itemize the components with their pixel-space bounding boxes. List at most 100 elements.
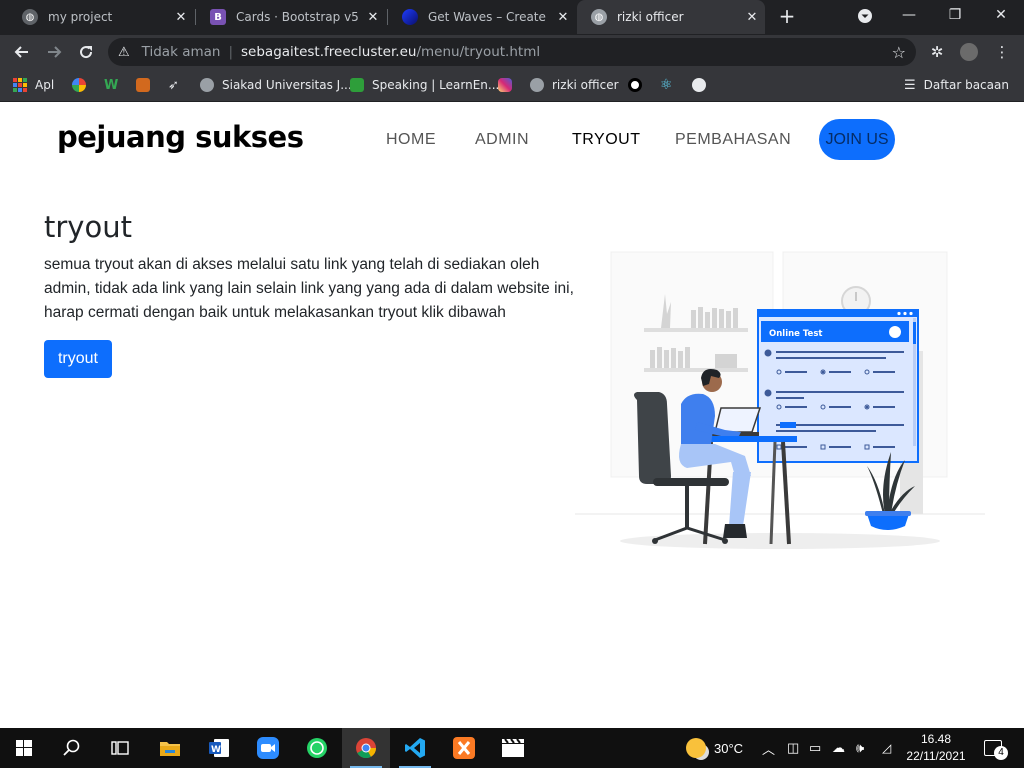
- taskbar-vscode[interactable]: [391, 728, 439, 768]
- tab-title: Cards · Bootstrap v5.0: [236, 10, 360, 24]
- bookmark-star-icon[interactable]: ☆: [892, 43, 906, 62]
- page-title: tryout: [44, 210, 132, 244]
- bookmarks-bar: Apl W ➶ Siakad Universitas J... Speaking…: [0, 69, 1024, 102]
- bookmark-apps[interactable]: Apl: [13, 76, 54, 94]
- bookmark-orange[interactable]: [136, 76, 158, 94]
- back-button[interactable]: [10, 40, 34, 64]
- battery-icon: ▭: [809, 740, 822, 755]
- close-icon[interactable]: ✕: [168, 10, 194, 25]
- reading-list-icon: ☰: [904, 77, 916, 93]
- bookmark-react[interactable]: ⚛: [660, 76, 673, 94]
- taskbar-chrome[interactable]: [342, 728, 390, 768]
- taskbar-clapper[interactable]: [489, 728, 537, 768]
- bird-icon: ➶: [168, 77, 179, 93]
- windows-taskbar: W 30°C ︿ ◫ ▭ ☁ 🕪 ◿ 16.48 22/11/2021 4: [0, 728, 1024, 768]
- tray-overflow-button[interactable]: ︿: [762, 728, 775, 768]
- chevron-down-icon: [858, 9, 872, 23]
- taskbar-file-explorer[interactable]: [146, 728, 194, 768]
- address-bar[interactable]: ⚠ Tidak aman | sebagaitest.freecluster.e…: [108, 38, 916, 66]
- bookmark-w[interactable]: W: [104, 76, 118, 94]
- nav-pembahasan[interactable]: PEMBAHASAN: [675, 131, 791, 149]
- bookmark-siakad[interactable]: Siakad Universitas J...: [200, 76, 352, 94]
- taskbar-word[interactable]: W: [195, 728, 243, 768]
- weather-widget[interactable]: 30°C: [686, 728, 743, 768]
- waves-icon: [402, 9, 418, 25]
- browser-toolbar: ⚠ Tidak aman | sebagaitest.freecluster.e…: [0, 35, 1024, 69]
- bookmark-label: Speaking | LearnEn...: [372, 78, 500, 92]
- join-us-button[interactable]: JOIN US: [819, 119, 895, 160]
- tray-volume-icon[interactable]: 🕪: [856, 728, 864, 768]
- back-arrow-icon: [14, 46, 28, 58]
- google-icon: [72, 78, 86, 92]
- taskbar-xampp[interactable]: [440, 728, 488, 768]
- tab-search-button[interactable]: [851, 4, 879, 28]
- minimize-button[interactable]: —: [895, 4, 923, 28]
- tray-battery-icon[interactable]: ▭: [809, 728, 821, 768]
- bookmark-instagram[interactable]: [498, 76, 520, 94]
- tab-title: Get Waves – Create SVG: [428, 10, 550, 24]
- nav-admin[interactable]: ADMIN: [475, 131, 529, 149]
- clapperboard-icon: [502, 738, 524, 757]
- globe-icon: ◍: [591, 9, 607, 25]
- profile-avatar[interactable]: [959, 42, 979, 62]
- forward-button[interactable]: [42, 40, 66, 64]
- zoom-icon: [257, 737, 279, 759]
- security-label: Tidak aman: [141, 44, 221, 60]
- bookmark-globe[interactable]: [692, 76, 714, 94]
- tab-bootstrap-cards[interactable]: B Cards · Bootstrap v5.0 ✕: [196, 0, 386, 34]
- taskbar-zoom[interactable]: [244, 728, 292, 768]
- taskbar-clock[interactable]: 16.48 22/11/2021: [900, 731, 972, 765]
- extensions-puzzle-icon[interactable]: ✲: [927, 42, 947, 62]
- site-brand[interactable]: pejuang sukses: [57, 120, 304, 154]
- close-icon[interactable]: ✕: [739, 10, 765, 25]
- svg-text:W: W: [211, 745, 221, 755]
- tab-title: rizki officer: [617, 10, 684, 24]
- speaker-icon: 🕪: [856, 740, 865, 755]
- tray-onedrive-icon[interactable]: ☁: [832, 728, 845, 768]
- tryout-button[interactable]: tryout: [44, 340, 112, 378]
- notification-count: 4: [994, 746, 1008, 760]
- bookmark-rizki-officer[interactable]: rizki officer: [530, 76, 619, 94]
- chrome-icon: [356, 738, 377, 759]
- tray-network-icon[interactable]: ◿: [882, 728, 891, 768]
- weather-temperature: 30°C: [714, 740, 744, 756]
- bookmark-google[interactable]: [72, 76, 94, 94]
- close-window-button[interactable]: ✕: [987, 4, 1015, 28]
- bookmark-eye[interactable]: [628, 76, 650, 94]
- task-view-button[interactable]: [96, 728, 144, 768]
- restore-button[interactable]: ❐: [941, 4, 969, 28]
- online-test-illustration: Online Test: [575, 251, 985, 549]
- reload-button[interactable]: [74, 40, 98, 64]
- wifi-icon: ◿: [882, 741, 892, 755]
- nav-home[interactable]: HOME: [386, 131, 436, 149]
- new-tab-button[interactable]: +: [776, 5, 798, 27]
- warning-icon[interactable]: ⚠: [118, 45, 130, 60]
- globe-icon: [530, 78, 544, 92]
- taskbar-whatsapp[interactable]: [293, 728, 341, 768]
- reading-list[interactable]: ☰ Daftar bacaan: [904, 76, 1009, 94]
- search-button[interactable]: [48, 728, 96, 768]
- close-icon[interactable]: ✕: [550, 10, 576, 25]
- notification-center-button[interactable]: 4: [984, 728, 1008, 768]
- web-page: pejuang sukses HOME ADMIN TRYOUT PEMBAHA…: [0, 103, 1024, 728]
- clover-icon: [350, 78, 364, 92]
- tab-strip: ◍ my project ✕ B Cards · Bootstrap v5.0 …: [0, 0, 1024, 35]
- bookmark-learnenglish[interactable]: Speaking | LearnEn...: [350, 76, 499, 94]
- menu-kebab-icon[interactable]: ⋮: [992, 42, 1012, 62]
- bookmark-bird[interactable]: ➶: [168, 76, 179, 94]
- tab-my-project[interactable]: ◍ my project ✕: [8, 0, 194, 34]
- chevron-up-icon: ︿: [762, 741, 776, 757]
- clock-time: 16.48: [920, 732, 952, 746]
- bookmark-label: rizki officer: [552, 78, 619, 92]
- close-icon[interactable]: ✕: [360, 10, 386, 25]
- start-button[interactable]: [0, 728, 48, 768]
- reload-icon: [80, 46, 93, 59]
- nav-tryout[interactable]: TRYOUT: [572, 131, 640, 149]
- tab-get-waves[interactable]: Get Waves – Create SVG ✕: [388, 0, 576, 34]
- tab-rizki-officer[interactable]: ◍ rizki officer ✕: [577, 0, 765, 34]
- tray-meet-icon[interactable]: ◫: [787, 728, 799, 768]
- cloud-icon: ☁: [832, 740, 845, 755]
- xampp-icon: [453, 737, 475, 759]
- bookmark-label: Siakad Universitas J...: [222, 78, 352, 92]
- avatar-icon: [960, 43, 978, 61]
